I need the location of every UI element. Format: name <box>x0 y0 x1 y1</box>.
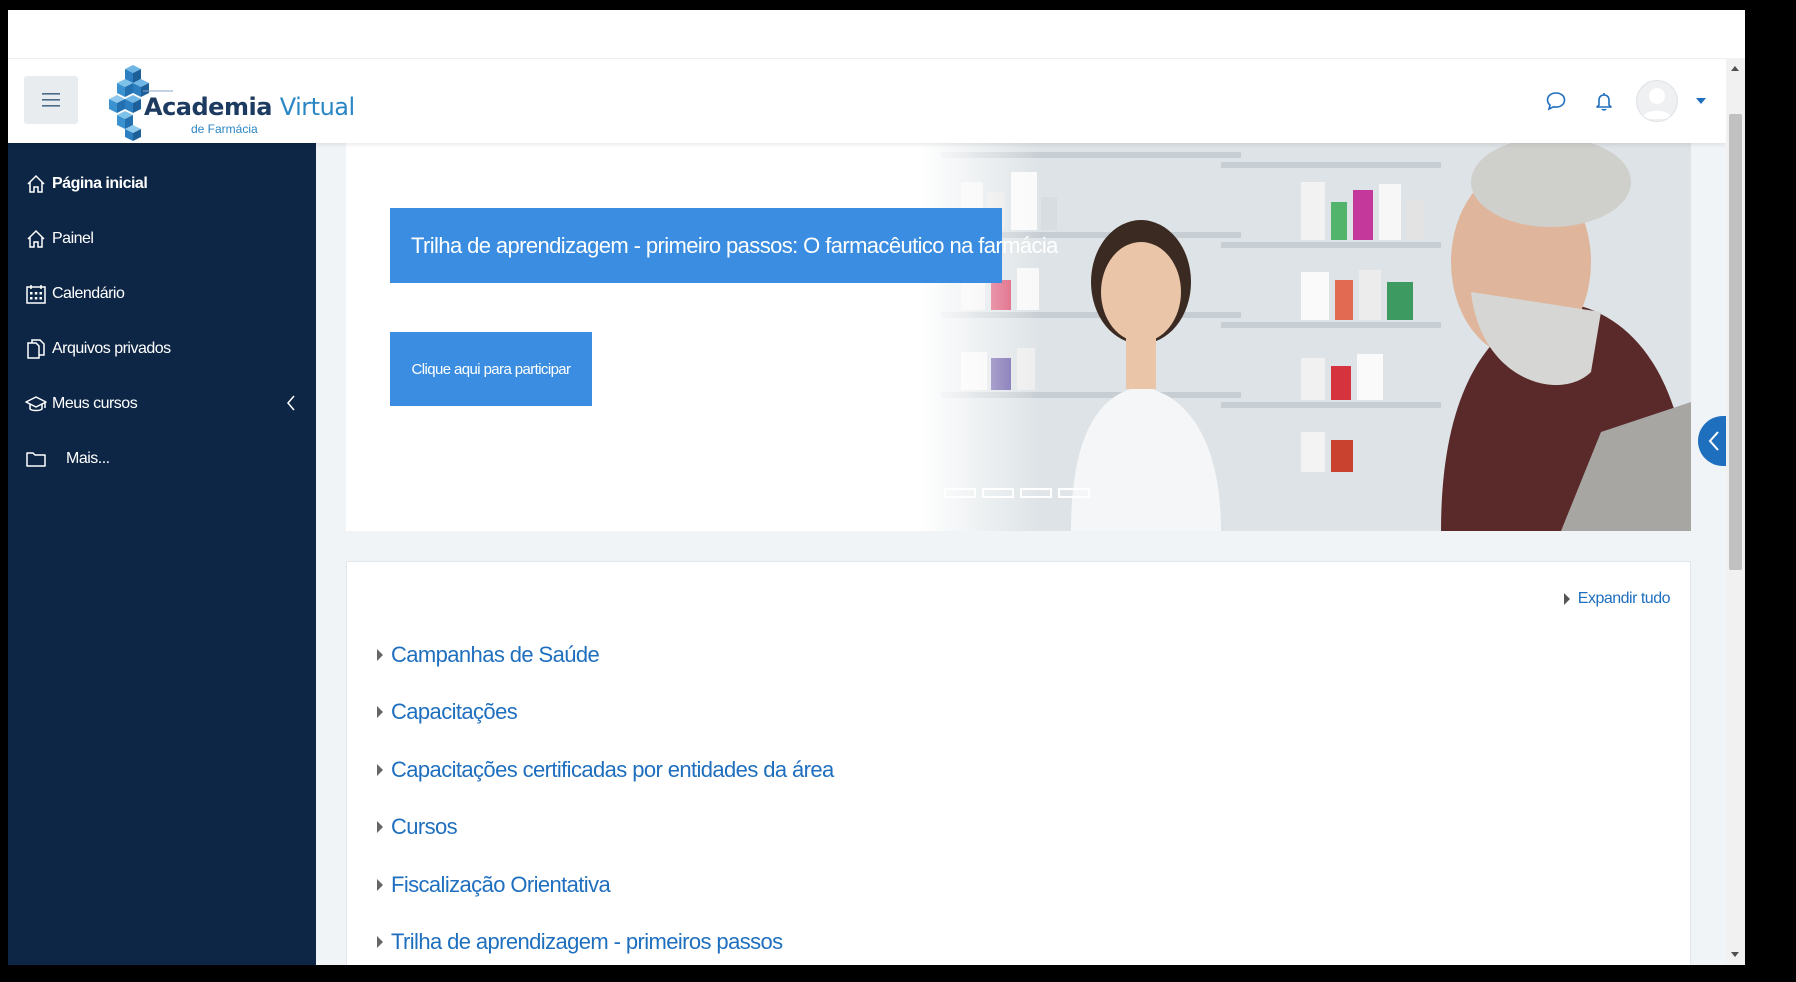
category-item[interactable]: Campanhas de Saúde <box>377 642 600 668</box>
carousel-indicator[interactable] <box>982 488 1014 498</box>
navbar-actions <box>1540 77 1708 125</box>
user-menu-caret[interactable] <box>1694 94 1708 108</box>
sidebar-item-label: Mais... <box>66 450 110 467</box>
category-label: Capacitações certificadas por entidades … <box>391 757 834 782</box>
category-item[interactable]: Cursos <box>377 814 458 840</box>
carousel-indicator[interactable] <box>1058 488 1090 498</box>
caret-right-icon <box>377 936 383 948</box>
category-label: Cursos <box>391 814 458 839</box>
category-label: Capacitações <box>391 699 518 724</box>
hamburger-button[interactable] <box>24 76 78 124</box>
hero-cta-button[interactable]: Clique aqui para participar <box>390 332 592 406</box>
chevron-left-icon <box>1708 431 1719 451</box>
sidebar-item-meus-cursos[interactable]: Meus cursos <box>8 378 316 430</box>
top-strip <box>8 10 1745 58</box>
user-avatar[interactable] <box>1636 80 1678 122</box>
caret-right-icon <box>1563 593 1570 605</box>
category-item[interactable]: Capacitações <box>377 699 518 725</box>
sidebar-item-painel[interactable]: Painel <box>8 213 316 265</box>
sidebar-item-arquivos-privados[interactable]: Arquivos privados <box>8 323 316 375</box>
sidebar-item-mais[interactable]: Mais... <box>8 433 316 485</box>
bell-icon <box>1596 93 1612 111</box>
caret-down-icon <box>1696 98 1706 104</box>
carousel-indicator[interactable] <box>1020 488 1052 498</box>
home-icon <box>24 172 48 196</box>
expand-all-link[interactable]: Expandir tudo <box>1563 590 1671 608</box>
chat-bubble-icon <box>1546 92 1566 111</box>
calendar-icon <box>24 282 48 306</box>
caret-right-icon <box>377 879 383 891</box>
category-item[interactable]: Trilha de aprendizagem - primeiros passo… <box>377 929 783 955</box>
browser-viewport: Academia Virtual de Farmácia Página inic… <box>8 10 1745 965</box>
folder-icon <box>24 447 48 471</box>
hamburger-icon <box>42 93 60 107</box>
sidebar-nav: Página inicial Painel Calendário Arquivo… <box>8 142 316 965</box>
logo-accent-text: Virtual <box>279 93 355 121</box>
sidebar-item-label: Página inicial <box>52 175 148 192</box>
scroll-down-arrow-icon[interactable] <box>1731 952 1739 957</box>
caret-right-icon <box>377 821 383 833</box>
category-item[interactable]: Capacitações certificadas por entidades … <box>377 757 834 783</box>
course-categories-panel: Expandir tudo Campanhas de Saúde Capacit… <box>346 561 1691 965</box>
notifications-button[interactable] <box>1588 85 1620 117</box>
scrollbar-thumb[interactable] <box>1729 114 1742 570</box>
caret-right-icon <box>377 706 383 718</box>
category-label: Campanhas de Saúde <box>391 642 600 667</box>
scroll-up-arrow-icon[interactable] <box>1731 66 1739 71</box>
category-label: Fiscalização Orientativa <box>391 872 611 897</box>
carousel-indicator[interactable] <box>944 488 976 498</box>
chevron-left-icon[interactable] <box>286 394 296 417</box>
site-logo[interactable]: Academia Virtual de Farmácia <box>103 65 355 143</box>
sidebar-item-label: Arquivos privados <box>52 340 171 357</box>
main-content: Trilha de aprendizagem - primeiro passos… <box>316 142 1726 965</box>
category-label: Trilha de aprendizagem - primeiros passo… <box>391 929 783 954</box>
category-item[interactable]: Fiscalização Orientativa <box>377 872 611 898</box>
carousel-indicators <box>944 488 1090 498</box>
logo-text: Academia Virtual <box>144 93 355 121</box>
caret-right-icon <box>377 649 383 661</box>
logo-main-text: Academia <box>144 93 280 121</box>
graduation-cap-icon <box>24 392 48 416</box>
messages-button[interactable] <box>1540 85 1572 117</box>
logo-subtitle: de Farmácia <box>191 122 258 136</box>
page-scrollbar[interactable] <box>1726 58 1745 965</box>
sidebar-item-label: Meus cursos <box>52 395 138 412</box>
sidebar-item-calendario[interactable]: Calendário <box>8 268 316 320</box>
expand-all-label: Expandir tudo <box>1577 590 1671 607</box>
sidebar-item-label: Painel <box>52 230 94 247</box>
hero-photo-fade <box>921 142 1041 531</box>
caret-right-icon <box>377 764 383 776</box>
sidebar-item-label: Calendário <box>52 285 125 302</box>
file-icon <box>24 337 48 361</box>
sidebar-item-pagina-inicial[interactable]: Página inicial <box>8 158 316 210</box>
hero-carousel: Trilha de aprendizagem - primeiro passos… <box>346 142 1691 531</box>
home-icon <box>24 227 48 251</box>
avatar-icon <box>1642 88 1672 119</box>
hero-title[interactable]: Trilha de aprendizagem - primeiro passos… <box>390 208 1058 283</box>
top-navbar: Academia Virtual de Farmácia <box>8 58 1726 143</box>
